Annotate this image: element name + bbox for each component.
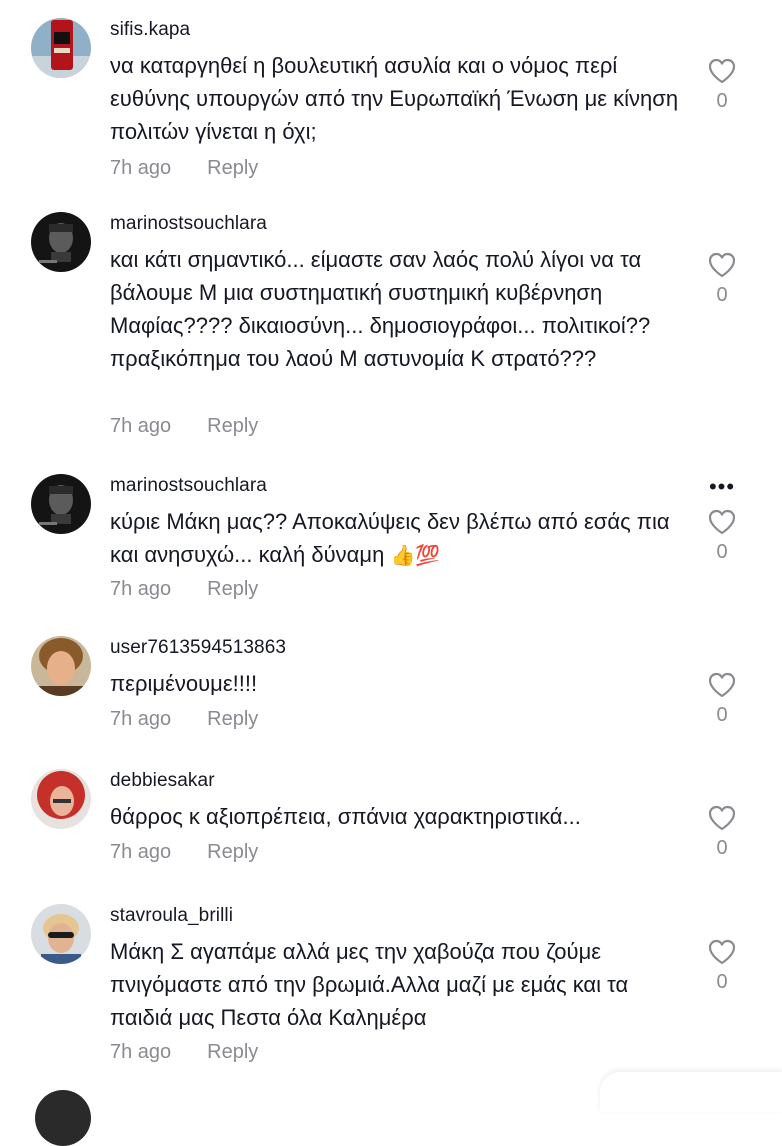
next-comment-avatar[interactable]: [35, 1090, 91, 1146]
heart-outline-icon: [708, 805, 736, 831]
like-count: 0: [716, 284, 728, 306]
comment-text: περιμένουμε!!!!: [110, 671, 258, 696]
comment-username[interactable]: marinostsouchlara: [110, 474, 267, 498]
comment-time: 7h ago: [110, 578, 172, 600]
like-button[interactable]: 0: [704, 805, 740, 859]
reply-button[interactable]: Reply: [207, 841, 258, 864]
like-button[interactable]: 0: [704, 939, 740, 993]
avatar[interactable]: [31, 904, 91, 964]
heart-outline-icon: [708, 252, 736, 278]
comment-time: 7h ago: [110, 157, 172, 179]
like-button[interactable]: 0: [704, 58, 740, 112]
comment-item: marinostsouchlara κύριε Μάκη μας?? Αποκα…: [0, 474, 782, 614]
comment-text: κύριε Μάκη μας?? Αποκαλύψεις δεν βλέπω α…: [110, 505, 685, 572]
comment-text: και κάτι σημαντικό... είμαστε σαν λαός π…: [110, 247, 651, 371]
comment-text: θάρρος κ αξιοπρέπεια, σπάνια χαρακτηριστ…: [110, 804, 581, 829]
comment-item: sifis.kapa να καταργηθεί η βουλευτική ασ…: [0, 18, 782, 188]
comment-meta: 7h ago Reply: [110, 415, 258, 438]
comment-item: stavroula_brilli Μάκη Σ αγαπάμε αλλά μες…: [0, 904, 782, 1074]
like-count: 0: [716, 704, 728, 726]
comment-meta: 7h ago Reply: [110, 157, 258, 180]
heart-outline-icon: [708, 939, 736, 965]
comment-meta: 7h ago Reply: [110, 1041, 258, 1064]
comment-username[interactable]: sifis.kapa: [110, 18, 190, 42]
comment-username[interactable]: marinostsouchlara: [110, 212, 267, 236]
reply-button[interactable]: Reply: [207, 157, 258, 180]
avatar[interactable]: [31, 18, 91, 78]
more-options-button[interactable]: •••: [704, 476, 740, 498]
heart-outline-icon: [708, 509, 736, 535]
comment-time: 7h ago: [110, 415, 172, 437]
like-count: 0: [716, 837, 728, 859]
comment-username[interactable]: debbiesakar: [110, 769, 215, 793]
comment-meta: 7h ago Reply: [110, 708, 258, 731]
like-count: 0: [716, 90, 728, 112]
heart-outline-icon: [708, 672, 736, 698]
avatar[interactable]: [31, 212, 91, 272]
comment-meta: 7h ago Reply: [110, 841, 258, 864]
comment-item: marinostsouchlara και κάτι σημαντικό... …: [0, 212, 782, 447]
comment-meta: 7h ago Reply: [110, 578, 258, 601]
avatar[interactable]: [31, 474, 91, 534]
reply-button[interactable]: Reply: [207, 415, 258, 438]
comment-emoji: 👍💯: [390, 543, 441, 567]
avatar[interactable]: [31, 769, 91, 829]
comment-username[interactable]: stavroula_brilli: [110, 904, 233, 928]
reply-button[interactable]: Reply: [207, 1041, 258, 1064]
comment-text: Μάκη Σ αγαπάμε αλλά μες την χαβούζα που …: [110, 939, 629, 1030]
comment-item: user7613594513863 περιμένουμε!!!! 7h ago…: [0, 636, 782, 746]
like-count: 0: [716, 971, 728, 993]
comment-text: να καταργηθεί η βουλευτική ασυλία και ο …: [110, 53, 679, 144]
like-button[interactable]: 0: [704, 509, 740, 563]
like-button[interactable]: 0: [704, 672, 740, 726]
comment-time: 7h ago: [110, 841, 172, 863]
comment-item: debbiesakar θάρρος κ αξιοπρέπεια, σπάνια…: [0, 769, 782, 879]
heart-outline-icon: [708, 58, 736, 84]
comment-time: 7h ago: [110, 708, 172, 730]
bottom-overlay: [600, 1072, 782, 1112]
reply-button[interactable]: Reply: [207, 708, 258, 731]
comment-username[interactable]: user7613594513863: [110, 636, 286, 660]
avatar[interactable]: [31, 636, 91, 696]
like-button[interactable]: 0: [704, 252, 740, 306]
reply-button[interactable]: Reply: [207, 578, 258, 601]
comment-time: 7h ago: [110, 1041, 172, 1063]
like-count: 0: [716, 541, 728, 563]
